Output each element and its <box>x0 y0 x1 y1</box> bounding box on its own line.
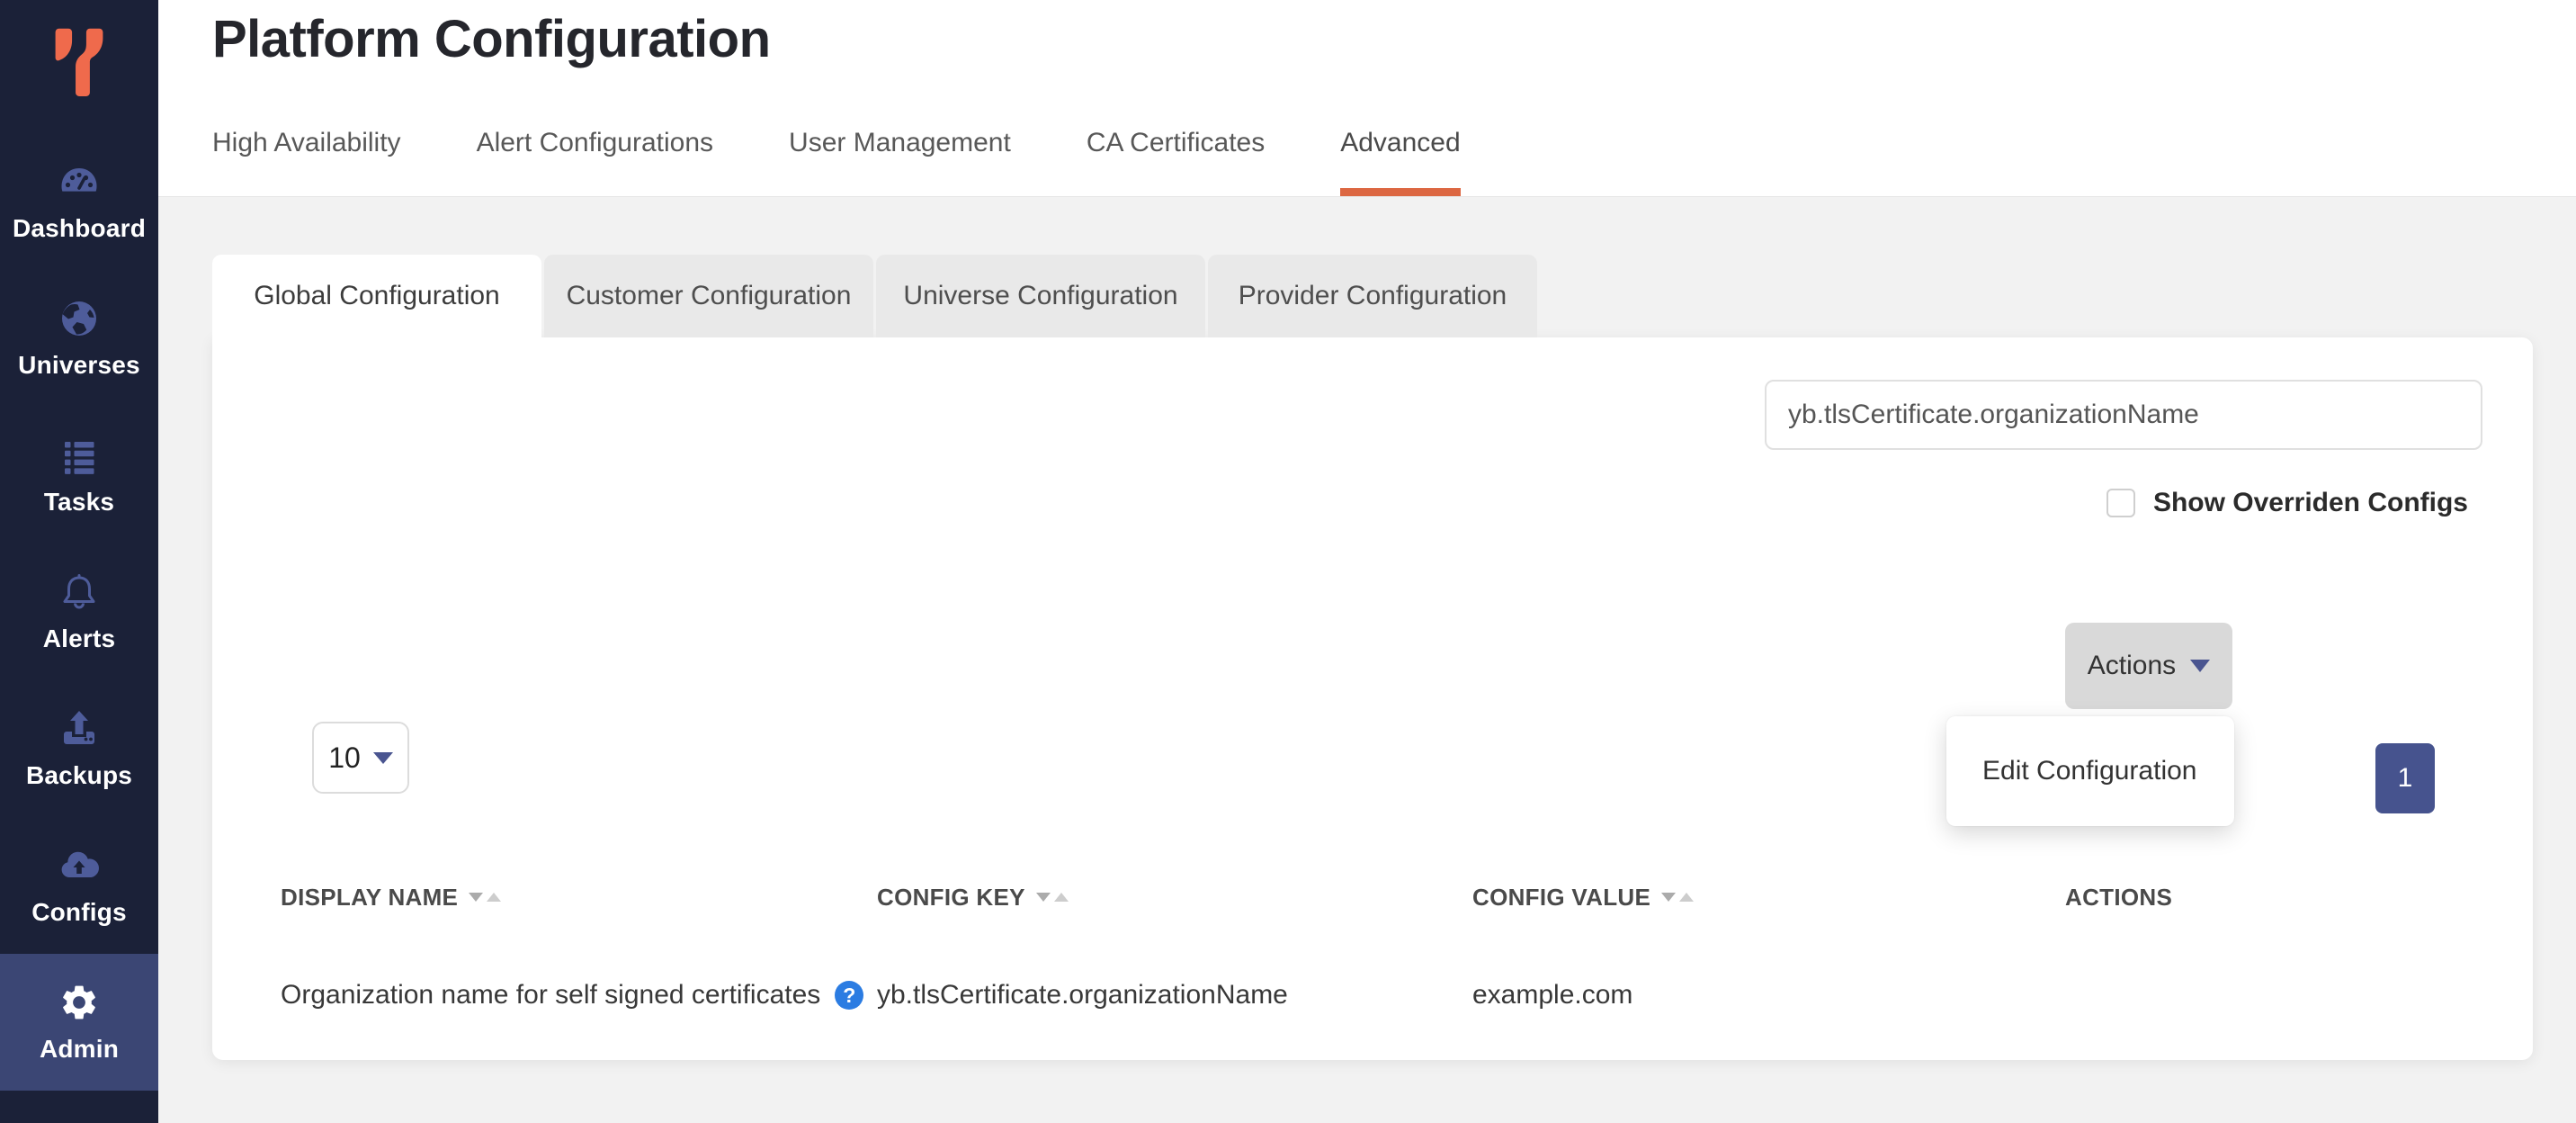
gear-icon <box>58 981 101 1024</box>
sidebar-item-configs[interactable]: Configs <box>0 817 158 954</box>
backup-upload-icon <box>58 707 101 750</box>
column-header-actions: ACTIONS <box>2065 884 2482 912</box>
table-header-row: DISPLAY NAME CONFIG KEY CONFIG VALUE ACT… <box>212 877 2533 917</box>
sort-desc-icon <box>1661 893 1676 902</box>
sort-asc-icon <box>1054 893 1069 902</box>
gauge-icon <box>58 160 101 203</box>
table-row: Organization name for self signed certif… <box>212 972 2533 1019</box>
bell-icon <box>58 570 101 614</box>
sidebar-item-label: Backups <box>26 761 132 790</box>
show-overridden-configs: Show Overriden Configs <box>2106 483 2468 523</box>
subtab-provider-configuration[interactable]: Provider Configuration <box>1208 255 1537 337</box>
sidebar-item-label: Alerts <box>43 624 116 653</box>
sidebar-item-label: Dashboard <box>13 214 146 243</box>
config-search-input[interactable] <box>1765 380 2482 450</box>
page-header: Platform Configuration High Availability… <box>158 0 2576 197</box>
tab-high-availability[interactable]: High Availability <box>212 128 401 196</box>
yugabyte-logo[interactable] <box>0 0 158 126</box>
sort-desc-icon <box>1036 893 1051 902</box>
task-list-icon <box>58 434 101 477</box>
sidebar: Dashboard Universes <box>0 0 158 1123</box>
help-icon[interactable]: ? <box>835 981 863 1010</box>
column-header-config-key[interactable]: CONFIG KEY <box>877 884 1472 912</box>
chevron-down-icon <box>2190 660 2210 672</box>
chevron-down-icon <box>373 752 393 764</box>
sidebar-item-backups[interactable]: Backups <box>0 680 158 817</box>
pagination-page-1[interactable]: 1 <box>2375 743 2435 813</box>
column-header-config-value[interactable]: CONFIG VALUE <box>1472 884 2065 912</box>
show-overridden-label[interactable]: Show Overriden Configs <box>2153 488 2468 518</box>
tab-advanced[interactable]: Advanced <box>1340 128 1460 196</box>
config-subtab-bar: Global Configuration Customer Configurat… <box>212 255 1537 337</box>
sidebar-item-label: Admin <box>40 1035 119 1064</box>
tab-alert-configurations[interactable]: Alert Configurations <box>477 128 713 196</box>
show-overridden-checkbox[interactable] <box>2106 489 2135 517</box>
column-header-display-name[interactable]: DISPLAY NAME <box>281 884 877 912</box>
subtab-universe-configuration[interactable]: Universe Configuration <box>876 255 1205 337</box>
sidebar-item-label: Tasks <box>44 488 114 517</box>
menu-item-edit-configuration[interactable]: Edit Configuration <box>1946 717 2234 825</box>
sort-icons[interactable] <box>1661 893 1694 902</box>
cell-config-key: yb.tlsCertificate.organizationName <box>877 980 1472 1011</box>
sort-asc-icon <box>487 893 501 902</box>
sidebar-item-label: Universes <box>18 351 140 380</box>
tab-ca-certificates[interactable]: CA Certificates <box>1087 128 1265 196</box>
cloud-upload-icon <box>58 844 101 887</box>
sort-asc-icon <box>1679 893 1694 902</box>
page-title: Platform Configuration <box>212 9 771 69</box>
sidebar-nav: Dashboard Universes <box>0 133 158 1091</box>
subtab-customer-configuration[interactable]: Customer Configuration <box>544 255 873 337</box>
actions-dropdown-menu: Edit Configuration <box>1946 716 2234 826</box>
actions-button[interactable]: Actions <box>2065 623 2232 709</box>
sidebar-item-alerts[interactable]: Alerts <box>0 544 158 680</box>
sort-icons[interactable] <box>1036 893 1069 902</box>
sort-icons[interactable] <box>469 893 501 902</box>
page-size-selector[interactable]: 10 <box>312 722 409 794</box>
globe-icon <box>58 297 101 340</box>
subtab-global-configuration[interactable]: Global Configuration <box>212 255 541 337</box>
sidebar-item-universes[interactable]: Universes <box>0 270 158 407</box>
sidebar-item-dashboard[interactable]: Dashboard <box>0 133 158 270</box>
sidebar-item-tasks[interactable]: Tasks <box>0 407 158 544</box>
cell-display-name: Organization name for self signed certif… <box>281 980 877 1011</box>
global-configuration-panel: Show Overriden Configs DISPLAY NAME CONF… <box>212 337 2533 1060</box>
tab-user-management[interactable]: User Management <box>789 128 1011 196</box>
sort-desc-icon <box>469 893 483 902</box>
sidebar-item-admin[interactable]: Admin <box>0 954 158 1091</box>
cell-config-value: example.com <box>1472 980 2065 1011</box>
sidebar-item-label: Configs <box>31 898 127 927</box>
top-tab-bar: High Availability Alert Configurations U… <box>212 128 1461 196</box>
yugabyte-logo-icon <box>49 27 109 99</box>
